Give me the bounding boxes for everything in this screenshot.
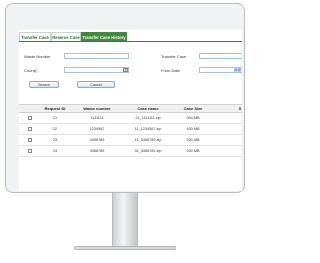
from-date-label: From Date [161,68,180,73]
county-select[interactable] [64,67,129,73]
table-row[interactable]: 22 1234567 11_1234567.zip 400 MB [19,124,242,135]
waste-number-cell: 3456789 [89,138,105,142]
table-header: Request ID Waste number Case name Case S… [19,104,242,113]
tab-transfer-case[interactable]: Transfer Case [19,32,51,41]
request-id-cell: 24 [52,149,58,153]
waste-number-cell: 1111111 [90,116,104,120]
cancel-button[interactable]: Cancel [77,81,115,88]
search-button[interactable]: Search [29,81,59,88]
table-row[interactable]: 23 3456789 11_3456789.zip 200 MB [19,135,242,146]
table-row[interactable]: 21 1111111 22_1111111.zip 300 MB [19,113,242,124]
chevron-down-icon[interactable]: ▾ [123,68,128,72]
row-checkbox[interactable] [28,149,32,153]
county-label: County [24,68,37,73]
monitor-stand-neck [112,193,138,248]
tab-bar: Transfer Case Reserve Case Transfer Case… [19,32,242,42]
transfer-case-input[interactable] [199,53,242,59]
row-checkbox[interactable] [28,127,32,131]
tab-reserve-case[interactable]: Reserve Case [51,32,81,41]
case-size-cell: 300 MB [186,116,200,120]
calendar-icon[interactable]: ▦▦ [234,67,241,72]
monitor-stand-base [74,246,176,250]
transfer-case-label: Transfer Case [161,54,187,59]
case-name-cell: 22_1111111.zip [135,116,161,120]
row-checkbox[interactable] [28,138,32,142]
case-size-cell: 200 MB [186,138,200,142]
waste-number-input[interactable] [64,53,129,59]
case-name-cell: 11_1234567.zip [134,127,162,131]
monitor-frame: Transfer Case Reserve Case Transfer Case… [5,3,245,193]
request-id-cell: 23 [52,138,58,142]
row-checkbox[interactable] [28,116,32,120]
case-size-cell: 400 MB [186,127,200,131]
request-id-cell: 21 [52,116,58,120]
waste-number-cell: 1234567 [89,127,105,131]
waste-number-label: Waste Number [24,54,51,59]
screen: Transfer Case Reserve Case Transfer Case… [19,30,242,191]
request-id-cell: 22 [52,127,58,131]
case-size-cell: 200 MB [186,149,200,153]
table-row[interactable]: 24 3456789 31_3456781.zip 200 MB [19,146,242,157]
tab-transfer-case-history[interactable]: Transfer Case History [81,32,127,41]
case-name-cell: 31_3456781.zip [134,149,162,153]
waste-number-cell: 3456789 [89,149,105,153]
case-name-cell: 11_3456789.zip [134,138,162,142]
